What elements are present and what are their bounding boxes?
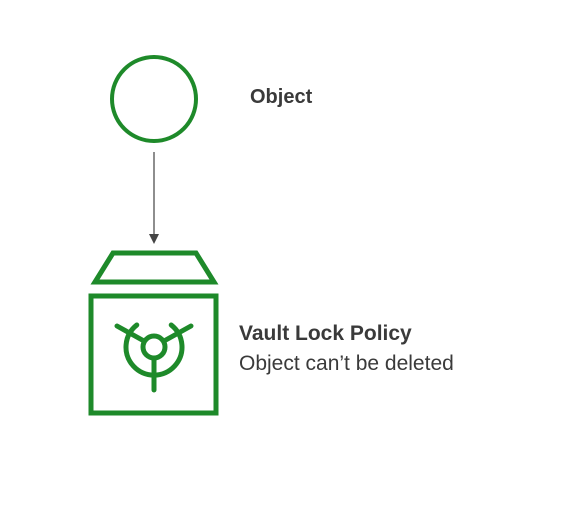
- object-label: Object: [250, 86, 313, 108]
- object-circle-icon: [110, 55, 198, 143]
- vault-lid: [90, 250, 219, 285]
- vault-subtitle: Object can’t be deleted: [239, 352, 454, 375]
- vault-body: [88, 293, 219, 416]
- diagram-canvas: [88, 55, 219, 416]
- vault-title: Vault Lock Policy: [239, 322, 412, 345]
- vault-icon: [88, 250, 219, 416]
- lock-dial-icon: [114, 322, 194, 393]
